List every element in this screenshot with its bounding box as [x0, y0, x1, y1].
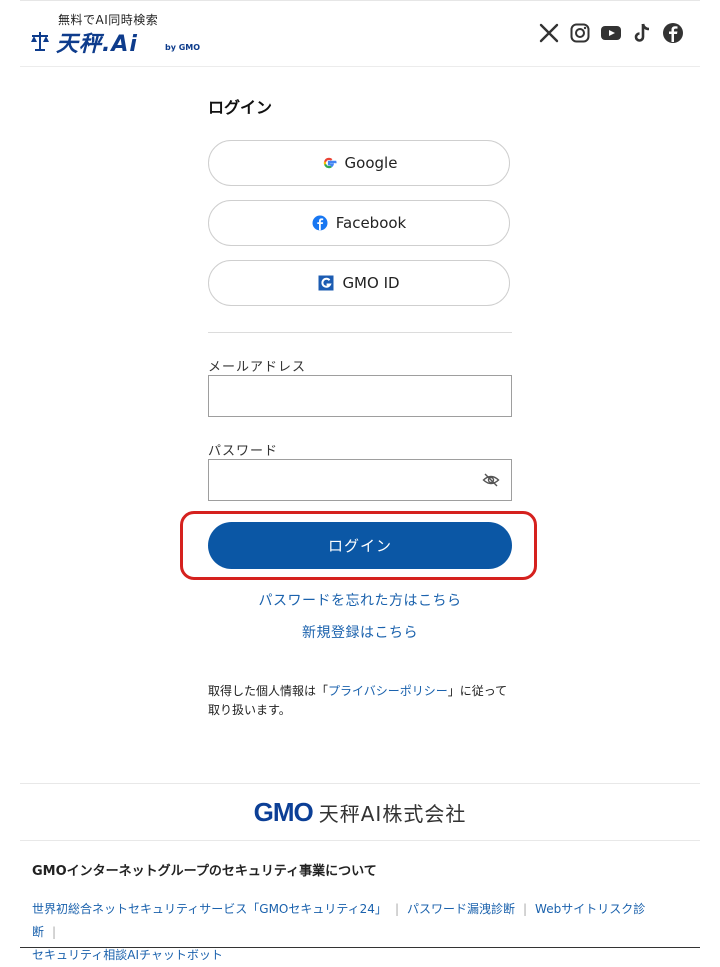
gmo-id-icon [318, 275, 334, 291]
google-login-button[interactable]: Google [208, 140, 510, 186]
privacy-prefix: 取得した個人情報は「 [208, 684, 329, 698]
logo-wordmark: 天秤.Ai [56, 32, 138, 57]
company-name: 天秤AI株式会社 [318, 802, 467, 826]
instagram-icon[interactable] [569, 22, 591, 44]
footer-link-password-check[interactable]: パスワード漏洩診断 [407, 902, 515, 916]
form-divider [208, 332, 512, 333]
password-label: パスワード [208, 444, 279, 459]
header-divider [20, 66, 700, 67]
social-links [538, 22, 684, 44]
facebook-icon[interactable] [662, 22, 684, 44]
gmo-wordmark: GMO [253, 797, 314, 827]
password-field[interactable] [208, 459, 512, 501]
top-border [20, 0, 700, 1]
logo-by-gmo: by GMO [165, 43, 201, 52]
footer-heading: GMOインターネットグループのセキュリティ事業について [32, 864, 377, 879]
footer-link-security24[interactable]: 世界初総合ネットセキュリティサービス「GMOセキュリティ24」 [32, 902, 387, 916]
youtube-icon[interactable] [600, 22, 622, 44]
link-separator: | [523, 902, 528, 916]
scale-icon [31, 32, 49, 51]
gmo-id-login-label: GMO ID [342, 274, 400, 292]
x-icon[interactable] [538, 22, 560, 44]
privacy-note: 取得した個人情報は「プライバシーポリシー」に従って取り扱います。 [208, 682, 518, 720]
login-submit-button[interactable]: ログイン [208, 522, 512, 569]
hide-password-icon[interactable] [482, 471, 500, 489]
email-label: メールアドレス [208, 360, 307, 375]
forgot-password-link[interactable]: パスワードを忘れた方はこちら [208, 590, 512, 610]
page-title: ログイン [208, 98, 273, 117]
gmo-id-login-button[interactable]: GMO ID [208, 260, 510, 306]
link-separator: | [52, 925, 57, 939]
link-separator: | [394, 902, 399, 916]
facebook-login-label: Facebook [335, 214, 407, 232]
footer-divider-middle [20, 840, 700, 841]
footer-links: 世界初総合ネットセキュリティサービス「GMOセキュリティ24」 | パスワード漏洩診… [32, 898, 672, 967]
facebook-login-button[interactable]: Facebook [208, 200, 510, 246]
google-login-label: Google [344, 154, 398, 172]
google-icon [323, 157, 337, 169]
company-logo[interactable]: GMO 天秤AI株式会社 [0, 797, 720, 828]
register-link[interactable]: 新規登録はこちら [208, 622, 512, 642]
footer-divider-top [20, 783, 700, 784]
bottom-border [20, 947, 700, 948]
privacy-policy-link[interactable]: プライバシーポリシー [328, 684, 448, 698]
site-logo[interactable]: 無料でAI同時検索 天秤.Ai by GMO [30, 10, 230, 60]
email-field[interactable] [208, 375, 512, 417]
tiktok-icon[interactable] [631, 22, 653, 44]
facebook-icon [312, 215, 328, 231]
